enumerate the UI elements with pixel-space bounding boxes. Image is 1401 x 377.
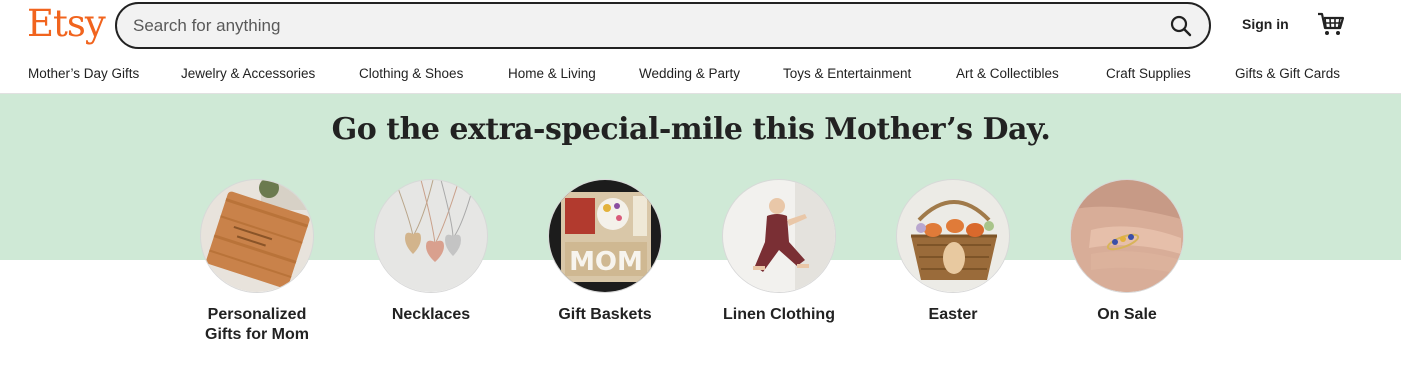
hero-title: Go the extra-special-mile this Mother’s …: [331, 112, 1051, 147]
category-nav: Mother’s Day Gifts Jewelry & Accessories…: [0, 52, 1401, 94]
category-image: MOM: [548, 179, 662, 293]
category-on-sale[interactable]: On Sale: [1047, 179, 1207, 325]
nav-item-art-collectibles[interactable]: Art & Collectibles: [956, 66, 1059, 81]
svg-text:MOM: MOM: [569, 247, 643, 277]
nav-item-craft-supplies[interactable]: Craft Supplies: [1106, 66, 1191, 81]
category-gift-baskets[interactable]: MOM Gift Baskets: [525, 179, 685, 325]
category-necklaces[interactable]: Necklaces: [351, 179, 511, 325]
category-image: [200, 179, 314, 293]
category-label: Gift Baskets: [558, 306, 652, 323]
cart-button[interactable]: [1316, 10, 1346, 38]
search-input[interactable]: [133, 4, 1133, 47]
sign-in-link[interactable]: Sign in: [1242, 16, 1289, 32]
search-bar: [115, 2, 1211, 49]
category-image: [1070, 179, 1184, 293]
nav-item-clothing-shoes[interactable]: Clothing & Shoes: [359, 66, 463, 81]
category-label: Linen Clothing: [723, 306, 835, 323]
search-button[interactable]: [1165, 10, 1197, 42]
search-icon: [1170, 15, 1192, 37]
nav-item-toys-entertainment[interactable]: Toys & Entertainment: [783, 66, 911, 81]
nav-item-wedding-party[interactable]: Wedding & Party: [639, 66, 740, 81]
etsy-logo[interactable]: Etsy: [27, 2, 106, 46]
category-personalized-gifts[interactable]: Personalized Gifts for Mom: [177, 179, 337, 345]
category-label: Necklaces: [391, 306, 471, 323]
nav-item-home-living[interactable]: Home & Living: [508, 66, 596, 81]
nav-item-gifts-gift-cards[interactable]: Gifts & Gift Cards: [1235, 66, 1340, 81]
category-label: Easter: [928, 306, 978, 323]
nav-item-jewelry-accessories[interactable]: Jewelry & Accessories: [181, 66, 315, 81]
category-image: [896, 179, 1010, 293]
site-header: Etsy Sign in: [0, 0, 1401, 52]
cart-icon: [1318, 12, 1345, 35]
category-easter[interactable]: Easter: [873, 179, 1033, 325]
nav-item-mothers-day-gifts[interactable]: Mother’s Day Gifts: [28, 66, 139, 81]
category-label: On Sale: [1097, 306, 1157, 323]
category-image: [374, 179, 488, 293]
category-label: Personalized Gifts for Mom: [205, 306, 309, 343]
category-linen-clothing[interactable]: Linen Clothing: [699, 179, 859, 325]
category-image: [722, 179, 836, 293]
